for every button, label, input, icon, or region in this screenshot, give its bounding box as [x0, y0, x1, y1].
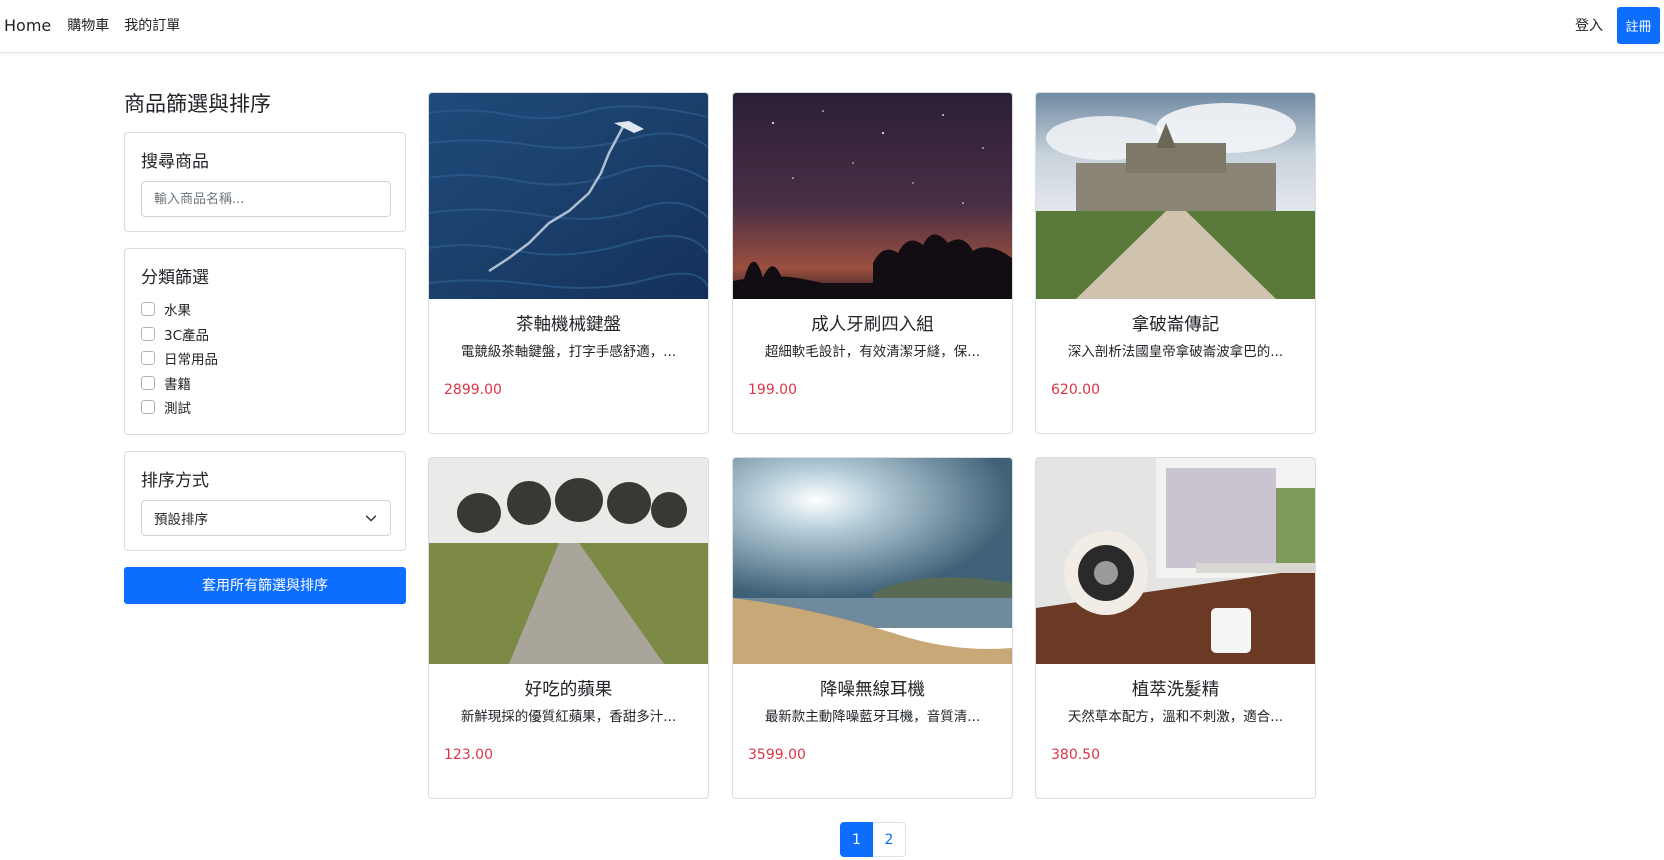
category-checkbox[interactable] [141, 351, 155, 366]
product-description: 天然草本配方，溫和不刺激，適合... [1067, 709, 1284, 725]
product-name[interactable]: 茶軸機械鍵盤 [429, 313, 708, 337]
navbar: Home 購物車 我的訂單 登入 註冊 [0, 0, 1664, 53]
sort-panel: 排序方式 預設排序 [124, 450, 406, 551]
product-image[interactable] [1036, 458, 1315, 664]
category-checkbox[interactable] [141, 375, 155, 390]
sort-select[interactable]: 預設排序 [141, 499, 391, 536]
category-panel: 分類篩選 水果 3C產品 日常用品 書籍 測試 [124, 248, 406, 435]
category-checkbox[interactable] [141, 400, 155, 415]
chevron-down-icon [365, 514, 377, 521]
product-card[interactable]: 好吃的蘋果 新鮮現採的優質紅蘋果，香甜多汁... 123.00 [428, 457, 709, 799]
product-description: 電競級茶軸鍵盤，打字手感舒適，... [460, 344, 677, 360]
category-checkbox[interactable] [141, 326, 155, 341]
category-option-3c[interactable]: 3C產品 [141, 322, 389, 347]
product-image[interactable] [429, 93, 708, 299]
nav-cart-link[interactable]: 購物車 [67, 15, 109, 35]
category-option-fruit[interactable]: 水果 [141, 297, 389, 322]
search-input[interactable] [141, 181, 391, 217]
category-label: 日常用品 [164, 352, 218, 369]
pagination: 1 2 [840, 822, 906, 857]
product-card[interactable]: 成人牙刷四入組 超細軟毛設計，有效清潔牙縫，保... 199.00 [732, 92, 1013, 434]
page-button-2[interactable]: 2 [873, 822, 906, 857]
product-price: 3599.00 [748, 747, 806, 763]
filter-sidebar: 商品篩選與排序 搜尋商品 分類篩選 水果 3C產品 日常用品 書籍 測試 排序方… [124, 86, 406, 604]
product-image[interactable] [733, 93, 1012, 299]
category-option-test[interactable]: 測試 [141, 395, 389, 420]
product-price: 620.00 [1051, 382, 1100, 398]
product-name[interactable]: 好吃的蘋果 [429, 678, 708, 702]
product-price: 380.50 [1051, 747, 1100, 763]
category-option-books[interactable]: 書籍 [141, 371, 389, 396]
product-name[interactable]: 成人牙刷四入組 [733, 313, 1012, 337]
sidebar-title: 商品篩選與排序 [124, 92, 271, 116]
product-card[interactable]: 拿破崙傳記 深入剖析法國皇帝拿破崙波拿巴的... 620.00 [1035, 92, 1316, 434]
apply-filters-button[interactable]: 套用所有篩選與排序 [124, 566, 406, 604]
nav-left: Home 購物車 我的訂單 [4, 0, 195, 50]
product-description: 最新款主動降噪藍牙耳機，音質清... [764, 709, 981, 725]
nav-home-link[interactable]: Home [4, 16, 51, 35]
product-card[interactable]: 茶軸機械鍵盤 電競級茶軸鍵盤，打字手感舒適，... 2899.00 [428, 92, 709, 434]
product-card[interactable]: 降噪無線耳機 最新款主動降噪藍牙耳機，音質清... 3599.00 [732, 457, 1013, 799]
search-panel: 搜尋商品 [124, 132, 406, 232]
category-label: 書籍 [164, 376, 191, 393]
product-description: 超細軟毛設計，有效清潔牙縫，保... [764, 344, 981, 360]
product-name[interactable]: 植萃洗髮精 [1036, 678, 1315, 702]
category-label: 3C產品 [164, 327, 210, 344]
nav-right: 登入 註冊 [1575, 0, 1660, 50]
sort-panel-title: 排序方式 [141, 470, 209, 491]
product-description: 深入剖析法國皇帝拿破崙波拿巴的... [1067, 344, 1284, 360]
category-option-daily[interactable]: 日常用品 [141, 346, 389, 371]
login-link[interactable]: 登入 [1575, 15, 1603, 35]
category-panel-title: 分類篩選 [141, 268, 209, 288]
product-image[interactable] [429, 458, 708, 664]
product-price: 2899.00 [444, 382, 502, 398]
sort-selected-value: 預設排序 [154, 511, 208, 528]
product-card[interactable]: 植萃洗髮精 天然草本配方，溫和不刺激，適合... 380.50 [1035, 457, 1316, 799]
product-image[interactable] [733, 458, 1012, 664]
category-checkbox[interactable] [141, 302, 155, 317]
product-name[interactable]: 降噪無線耳機 [733, 678, 1012, 702]
nav-orders-link[interactable]: 我的訂單 [124, 15, 180, 35]
product-name[interactable]: 拿破崙傳記 [1036, 313, 1315, 337]
search-panel-title: 搜尋商品 [141, 152, 209, 172]
page-button-1[interactable]: 1 [840, 822, 873, 857]
product-description: 新鮮現採的優質紅蘋果，香甜多汁... [460, 709, 677, 725]
register-button[interactable]: 註冊 [1617, 6, 1660, 44]
product-price: 199.00 [748, 382, 797, 398]
product-price: 123.00 [444, 747, 493, 763]
category-label: 測試 [164, 401, 191, 418]
product-image[interactable] [1036, 93, 1315, 299]
category-label: 水果 [164, 303, 191, 320]
